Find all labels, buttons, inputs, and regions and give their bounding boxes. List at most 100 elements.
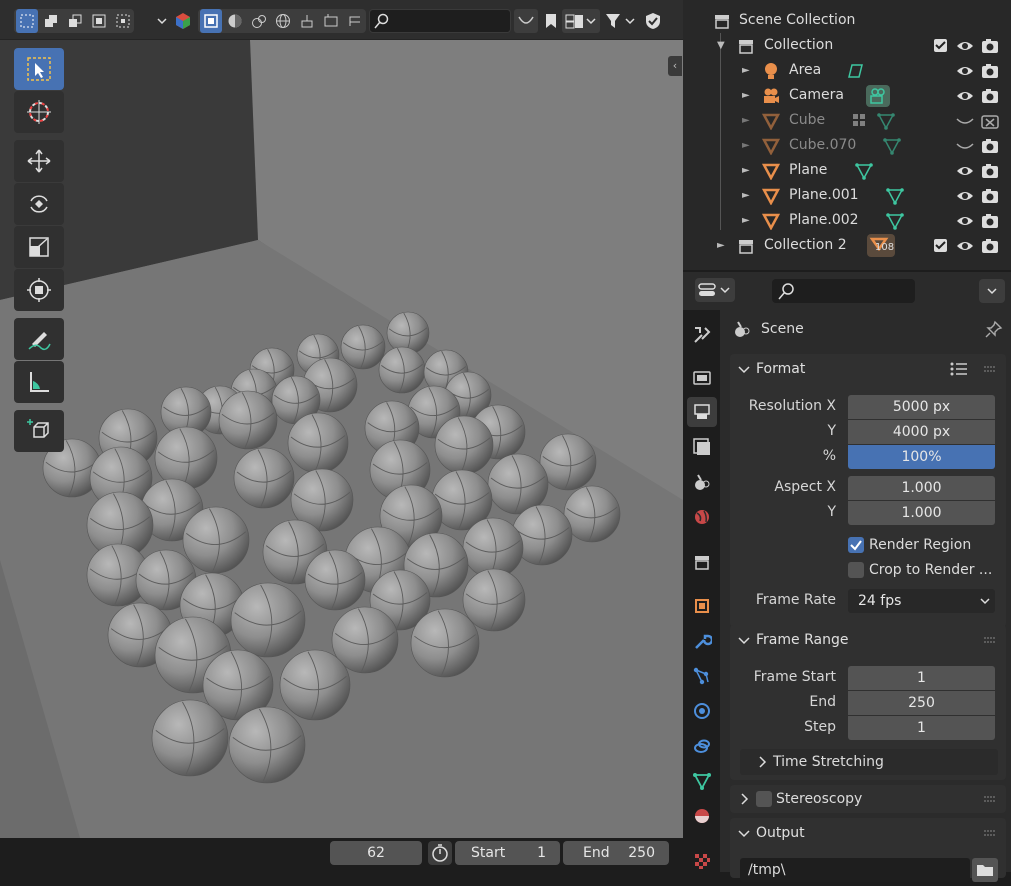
resolution-y-field[interactable]: 4000 px: [848, 420, 995, 444]
view-layer-tab-icon[interactable]: [687, 432, 717, 462]
bookmark-icon[interactable]: [540, 9, 562, 33]
drag-handle-icon[interactable]: [983, 795, 997, 803]
render-camera-icon[interactable]: [981, 162, 999, 180]
start-frame-field[interactable]: Start 1: [455, 841, 560, 865]
sidebar-toggle-button[interactable]: ‹: [668, 56, 682, 76]
stereoscopy-checkbox[interactable]: [756, 791, 772, 807]
expand-triangle-icon[interactable]: ►: [742, 133, 750, 158]
annotate-tool[interactable]: [14, 318, 64, 360]
eye-icon[interactable]: [956, 237, 974, 255]
shading-rendered-icon[interactable]: [272, 9, 294, 33]
frame-step-field[interactable]: 1: [848, 716, 995, 740]
render-region-checkbox[interactable]: [848, 537, 864, 553]
expand-triangle-icon[interactable]: ►: [742, 158, 750, 183]
select-box-tool[interactable]: [14, 48, 64, 90]
filter-icon[interactable]: [602, 9, 640, 33]
scene-collection-row[interactable]: Scene Collection: [683, 8, 1011, 33]
outliner-row-collection-2[interactable]: ► Collection 2 108: [683, 233, 1011, 258]
select-new-button[interactable]: [16, 9, 38, 33]
frame-range-panel-header[interactable]: Frame Range: [730, 625, 1006, 655]
format-panel-header[interactable]: Format: [730, 354, 1006, 384]
aspect-y-field[interactable]: 1.000: [848, 501, 995, 525]
expand-triangle-icon[interactable]: ►: [742, 183, 750, 208]
drag-handle-icon[interactable]: [983, 829, 997, 837]
add-cube-tool[interactable]: [14, 410, 64, 452]
eye-icon[interactable]: [956, 162, 974, 180]
frame-end-field[interactable]: 250: [848, 691, 995, 715]
expand-triangle-icon[interactable]: ►: [742, 58, 750, 83]
particles-tab-icon[interactable]: [687, 661, 717, 691]
render-tab-icon[interactable]: [687, 362, 717, 392]
cursor-tool[interactable]: [14, 91, 64, 133]
checkbox-icon[interactable]: [932, 237, 950, 255]
transform-tool[interactable]: [14, 269, 64, 311]
chevron-down-icon[interactable]: [979, 279, 1005, 303]
proportional-edit-icon[interactable]: [514, 9, 538, 33]
outliner-row-plane[interactable]: ► Plane: [683, 158, 1011, 183]
aspect-x-field[interactable]: 1.000: [848, 476, 995, 500]
outliner-row-collection[interactable]: ▼ Collection: [683, 33, 1011, 58]
scale-tool[interactable]: [14, 226, 64, 268]
resolution-x-field[interactable]: 5000 px: [848, 395, 995, 419]
chevron-down-icon[interactable]: [154, 9, 170, 33]
eye-icon[interactable]: [956, 212, 974, 230]
3d-viewport[interactable]: ‹: [0, 0, 683, 838]
render-camera-icon[interactable]: [981, 37, 999, 55]
drag-handle-icon[interactable]: [983, 365, 997, 373]
render-camera-icon[interactable]: [981, 87, 999, 105]
eye-icon[interactable]: [956, 37, 974, 55]
outliner-row-plane-002[interactable]: ► Plane.002: [683, 208, 1011, 233]
stereoscopy-panel[interactable]: Stereoscopy: [730, 785, 1006, 813]
drag-handle-icon[interactable]: [983, 636, 997, 644]
eye-icon[interactable]: [956, 62, 974, 80]
select-subtract-button[interactable]: [64, 9, 86, 33]
outliner-row-area[interactable]: ► Area: [683, 58, 1011, 83]
crop-to-render-checkbox[interactable]: [848, 562, 864, 578]
object-tab-icon[interactable]: [687, 591, 717, 621]
physics-tab-icon[interactable]: [687, 696, 717, 726]
properties-search-input[interactable]: [772, 279, 915, 303]
expand-triangle-icon[interactable]: ►: [742, 108, 750, 133]
eye-closed-icon[interactable]: [956, 137, 974, 155]
collection-tab-icon[interactable]: [687, 547, 717, 577]
eye-icon[interactable]: [956, 187, 974, 205]
output-panel-header[interactable]: Output: [730, 818, 1006, 848]
select-extend-button[interactable]: [40, 9, 62, 33]
xray-toggle-button[interactable]: [200, 9, 222, 33]
frame-start-field[interactable]: 1: [848, 666, 995, 690]
overlays-gizmo-icon[interactable]: [172, 9, 194, 33]
end-frame-field[interactable]: End 250: [563, 841, 669, 865]
expand-triangle-icon[interactable]: ▼: [717, 33, 725, 58]
constraints-tab-icon[interactable]: [687, 731, 717, 761]
eye-closed-icon[interactable]: [956, 112, 974, 130]
stopwatch-icon[interactable]: [428, 841, 452, 865]
snap-icon[interactable]: [344, 9, 366, 33]
measure-tool[interactable]: [14, 361, 64, 403]
move-tool[interactable]: [14, 140, 64, 182]
folder-icon[interactable]: [972, 858, 998, 882]
render-disabled-icon[interactable]: [981, 112, 999, 130]
presets-list-icon[interactable]: [949, 360, 969, 378]
eye-icon[interactable]: [956, 87, 974, 105]
expand-triangle-icon[interactable]: ►: [717, 233, 725, 258]
world-tab-icon[interactable]: [687, 502, 717, 532]
time-stretching-subpanel[interactable]: Time Stretching: [740, 749, 998, 775]
render-camera-icon[interactable]: [981, 237, 999, 255]
shading-material-icon[interactable]: [248, 9, 270, 33]
checkbox-icon[interactable]: [932, 37, 950, 55]
render-camera-icon[interactable]: [981, 187, 999, 205]
tool-tab-icon[interactable]: [687, 320, 717, 350]
current-frame-field[interactable]: 62: [330, 841, 422, 865]
expand-triangle-icon[interactable]: ►: [742, 83, 750, 108]
outliner-row-plane-001[interactable]: ► Plane.001: [683, 183, 1011, 208]
view-layout-dropdown[interactable]: [562, 9, 600, 33]
expand-triangle-icon[interactable]: ►: [742, 208, 750, 233]
frame-rate-dropdown[interactable]: 24 fps: [848, 589, 995, 613]
render-camera-icon[interactable]: [981, 212, 999, 230]
editor-type-dropdown[interactable]: [695, 278, 735, 302]
viewport-search-input[interactable]: [369, 9, 511, 33]
output-tab-icon[interactable]: [687, 397, 717, 427]
render-camera-icon[interactable]: [981, 137, 999, 155]
output-path-input[interactable]: /tmp\: [740, 858, 970, 882]
material-tab-icon[interactable]: [687, 801, 717, 831]
